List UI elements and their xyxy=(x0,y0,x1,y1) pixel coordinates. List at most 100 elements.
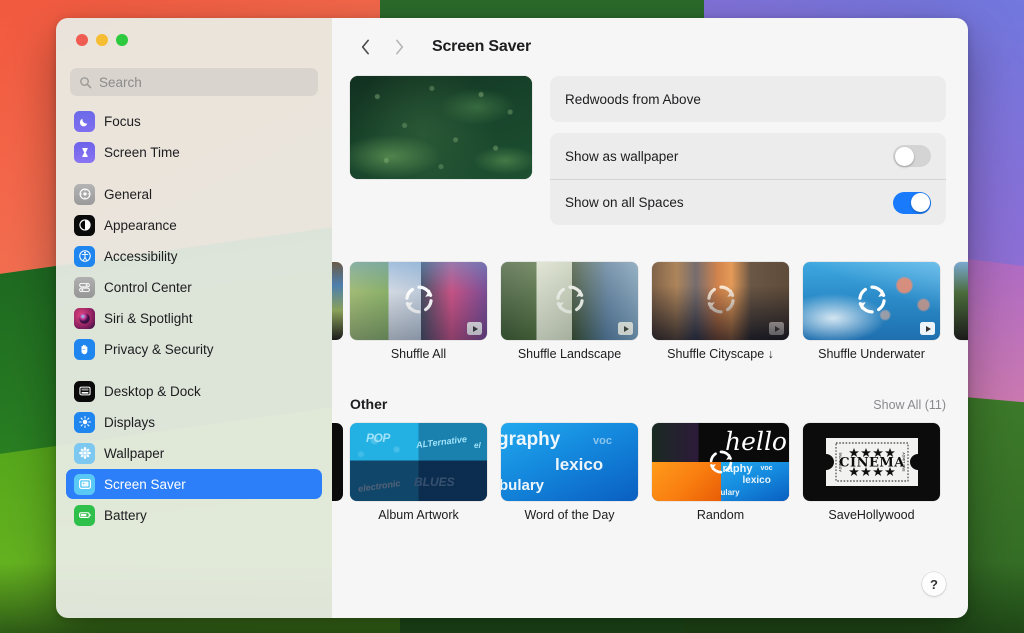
tile-shuffle-underwater[interactable]: Shuffle Underwater xyxy=(803,262,940,361)
tile-label: Album Artwork xyxy=(378,508,459,522)
gear-icon xyxy=(74,183,95,205)
toggle-knob xyxy=(910,193,930,212)
sidebar-item-label: Battery xyxy=(104,507,147,523)
album-word: ALTernative xyxy=(415,433,468,451)
sidebar-item-desktop-dock[interactable]: Desktop & Dock xyxy=(66,376,322,406)
tile-shuffle-cityscape[interactable]: Shuffle Cityscape ↓ xyxy=(652,262,789,361)
accessibility-icon xyxy=(74,245,95,267)
album-word: BLUES xyxy=(414,475,455,489)
tile-thumbnail xyxy=(954,262,968,340)
show-on-all-spaces-toggle[interactable] xyxy=(893,191,931,214)
show-as-wallpaper-row: Show as wallpaper xyxy=(550,133,946,179)
page-title: Screen Saver xyxy=(432,38,532,55)
sidebar-item-general[interactable]: General xyxy=(66,179,322,209)
settings-content-pane: Screen Saver Redwoods from Above Show as… xyxy=(332,18,968,618)
show-as-wallpaper-label: Show as wallpaper xyxy=(565,148,679,164)
screensaver-preview-row: Redwoods from Above Show as wallpaper Sh… xyxy=(332,76,968,225)
word-of-day-text: graphy voc lexico bulary xyxy=(501,423,638,501)
search-placeholder: Search xyxy=(99,74,142,90)
tile-thumbnail: CINEMA ADMIT ONE ADMIT ONE xyxy=(803,423,940,501)
wallpaper-icon xyxy=(74,442,95,464)
tile-thumbnail xyxy=(652,262,789,340)
tile-label: Random xyxy=(696,508,745,522)
sidebar-item-label: Displays xyxy=(104,414,156,430)
sidebar-item-appearance[interactable]: Appearance xyxy=(66,210,322,240)
word-term: graphy xyxy=(501,429,561,450)
screensaver-name-row[interactable]: Redwoods from Above xyxy=(550,76,946,122)
tile-shuffle-landscape[interactable]: Shuffle Landscape xyxy=(501,262,638,361)
window-controls xyxy=(66,18,322,62)
tile-label: Shuffle Cityscape ↓ xyxy=(667,347,774,361)
random-word: raphy xyxy=(722,463,753,475)
zoom-button[interactable] xyxy=(116,34,128,46)
hourglass-icon xyxy=(74,141,95,163)
word-term: voc xyxy=(593,435,612,447)
back-chevron-icon xyxy=(361,39,369,55)
tile-thumbnail: raphy voc lexico ulary hello xyxy=(652,423,789,501)
tile-word-of-the-day[interactable]: graphy voc lexico bulary Word of the Day xyxy=(501,423,638,522)
cinema-ticket-side-right: ADMIT ONE xyxy=(901,452,905,471)
tile-thumbnail xyxy=(803,262,940,340)
sidebar-item-accessibility[interactable]: Accessibility xyxy=(66,241,322,271)
content-toolbar: Screen Saver xyxy=(332,18,968,76)
help-button[interactable]: ? xyxy=(922,572,946,596)
search-field[interactable]: Search xyxy=(70,68,318,96)
shuffle-icon xyxy=(404,285,433,314)
tile-shuffle-all[interactable]: Shuffle All xyxy=(350,262,487,361)
shuffle-icon xyxy=(555,285,584,314)
play-badge-icon xyxy=(769,322,784,335)
album-artwork-text: POP ALTernative el electronic BLUES xyxy=(350,423,487,501)
sidebar-item-label: Screen Time xyxy=(104,144,180,160)
album-word: POP xyxy=(366,431,390,445)
sidebar-item-label: Desktop & Dock xyxy=(104,383,201,399)
tile-thumbnail xyxy=(501,262,638,340)
preview-thumbnail[interactable] xyxy=(350,76,532,179)
sidebar-item-screen-saver[interactable]: Screen Saver xyxy=(66,469,322,499)
siri-icon xyxy=(74,307,95,329)
shuffle-icon xyxy=(709,450,732,474)
battery-icon xyxy=(74,504,95,526)
screensaver-name: Redwoods from Above xyxy=(565,91,701,107)
sidebar-item-label: Accessibility xyxy=(104,248,178,264)
sidebar-item-screen-time[interactable]: Screen Time xyxy=(66,137,322,167)
close-button[interactable] xyxy=(76,34,88,46)
sidebar-item-siri-spotlight[interactable]: Siri & Spotlight xyxy=(66,303,322,333)
show-as-wallpaper-toggle[interactable] xyxy=(893,145,931,167)
sidebar-item-battery[interactable]: Battery xyxy=(66,500,322,530)
tile-shuffle-next-partial[interactable] xyxy=(954,262,968,340)
tile-label: Shuffle Underwater xyxy=(818,347,925,361)
tile-label: SaveHollywood xyxy=(828,508,915,522)
shuffle-icon xyxy=(857,285,886,314)
other-tiles: POP ALTernative el electronic BLUES Albu… xyxy=(350,423,968,522)
shuffle-tiles: Shuffle All Shuffle Landscape Shuffle Ci… xyxy=(350,262,968,361)
other-section-header: Other Show All (11) xyxy=(350,396,946,412)
hello-script-text: hello xyxy=(725,427,787,456)
appearance-icon xyxy=(74,214,95,236)
sidebar-item-control-center[interactable]: Control Center xyxy=(66,272,322,302)
tile-thumbnail: graphy voc lexico bulary xyxy=(501,423,638,501)
back-button[interactable] xyxy=(350,32,380,62)
tile-savehollywood[interactable]: CINEMA ADMIT ONE ADMIT ONE SaveHollywood xyxy=(803,423,940,522)
desktop-dock-icon xyxy=(74,380,95,402)
show-on-all-spaces-label: Show on all Spaces xyxy=(565,195,684,210)
random-word: ulary xyxy=(720,488,740,497)
tile-random[interactable]: raphy voc lexico ulary hello Random xyxy=(652,423,789,522)
random-quadrant-blue: raphy voc lexico ulary xyxy=(720,462,789,501)
sidebar-item-wallpaper[interactable]: Wallpaper xyxy=(66,438,322,468)
sidebar-item-focus[interactable]: Focus xyxy=(66,106,322,136)
tile-album-artwork[interactable]: POP ALTernative el electronic BLUES Albu… xyxy=(350,423,487,522)
sidebar-item-privacy-security[interactable]: Privacy & Security xyxy=(66,334,322,364)
forward-button[interactable] xyxy=(384,32,414,62)
sidebar-item-label: Wallpaper xyxy=(104,445,165,461)
word-term: lexico xyxy=(555,455,604,474)
control-center-icon xyxy=(74,276,95,298)
show-all-link[interactable]: Show All (11) xyxy=(873,398,946,412)
minimize-button[interactable] xyxy=(96,34,108,46)
preview-settings-column: Redwoods from Above Show as wallpaper Sh… xyxy=(550,76,946,225)
tile-thumbnail: POP ALTernative el electronic BLUES xyxy=(350,423,487,501)
cinema-ticket-side-left: ADMIT ONE xyxy=(838,452,842,471)
nav-group-divider xyxy=(66,168,322,179)
sidebar-item-displays[interactable]: Displays xyxy=(66,407,322,437)
sidebar-item-label: Screen Saver xyxy=(104,476,186,492)
play-badge-icon xyxy=(920,322,935,335)
